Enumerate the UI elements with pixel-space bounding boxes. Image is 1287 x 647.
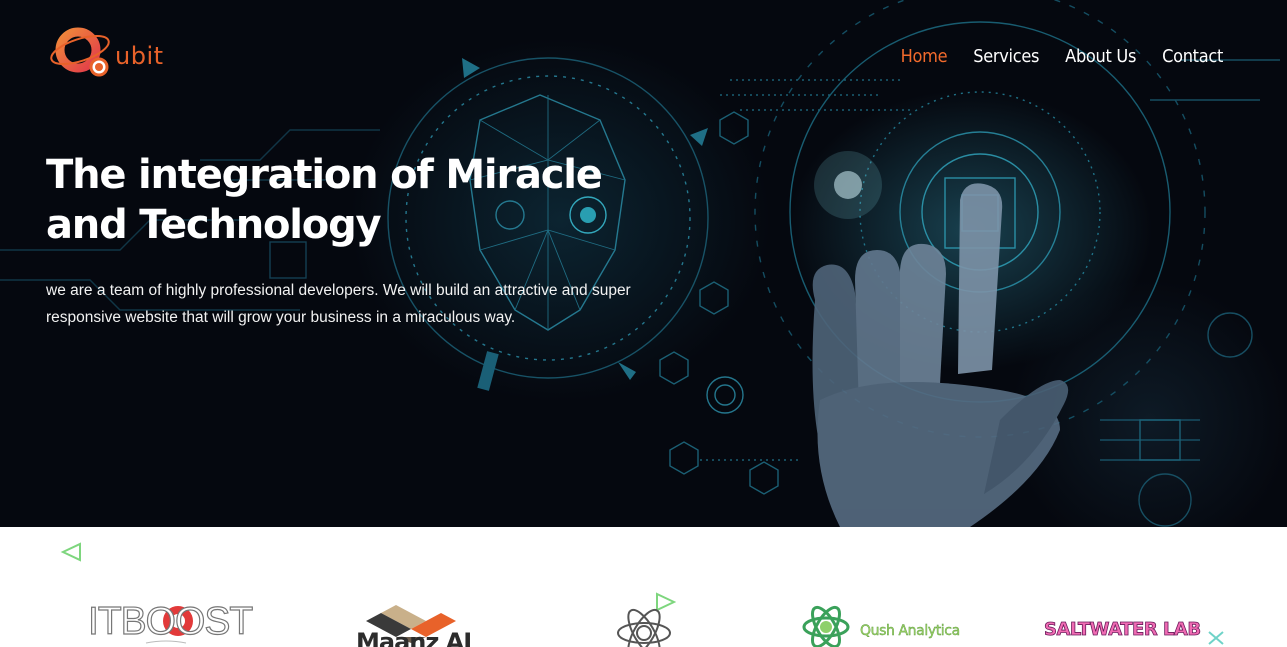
maanz-ai-logo-text: Maanz AI bbox=[356, 628, 472, 647]
hero-description: we are a team of highly professional dev… bbox=[46, 282, 631, 326]
atom-logo bbox=[617, 608, 671, 647]
nav-about-us[interactable]: About Us bbox=[1065, 46, 1136, 67]
hero-section: ubit Home Services About Us Contact The … bbox=[0, 0, 1287, 527]
cross-decoration-icon bbox=[1208, 631, 1224, 645]
nav-contact[interactable]: Contact bbox=[1162, 46, 1223, 67]
hero-title: The integration of Miracle and Technolog… bbox=[46, 152, 603, 248]
hero-background-illustration bbox=[0, 0, 1280, 527]
triangle-decoration-icon bbox=[60, 542, 81, 562]
brand-name[interactable]: ubit bbox=[115, 42, 164, 70]
itboost-logo-text: ITBOOST bbox=[87, 599, 253, 643]
qush-analytica-logo-text: Qush Analytica bbox=[860, 623, 961, 639]
main-nav: Home Services About Us Contact bbox=[901, 46, 1224, 67]
saltwater-lab-logo-text: SALTWATER LAB bbox=[1044, 619, 1202, 641]
qush-analytica-logo bbox=[802, 605, 850, 647]
nav-home[interactable]: Home bbox=[901, 46, 948, 67]
nav-services[interactable]: Services bbox=[973, 46, 1039, 67]
